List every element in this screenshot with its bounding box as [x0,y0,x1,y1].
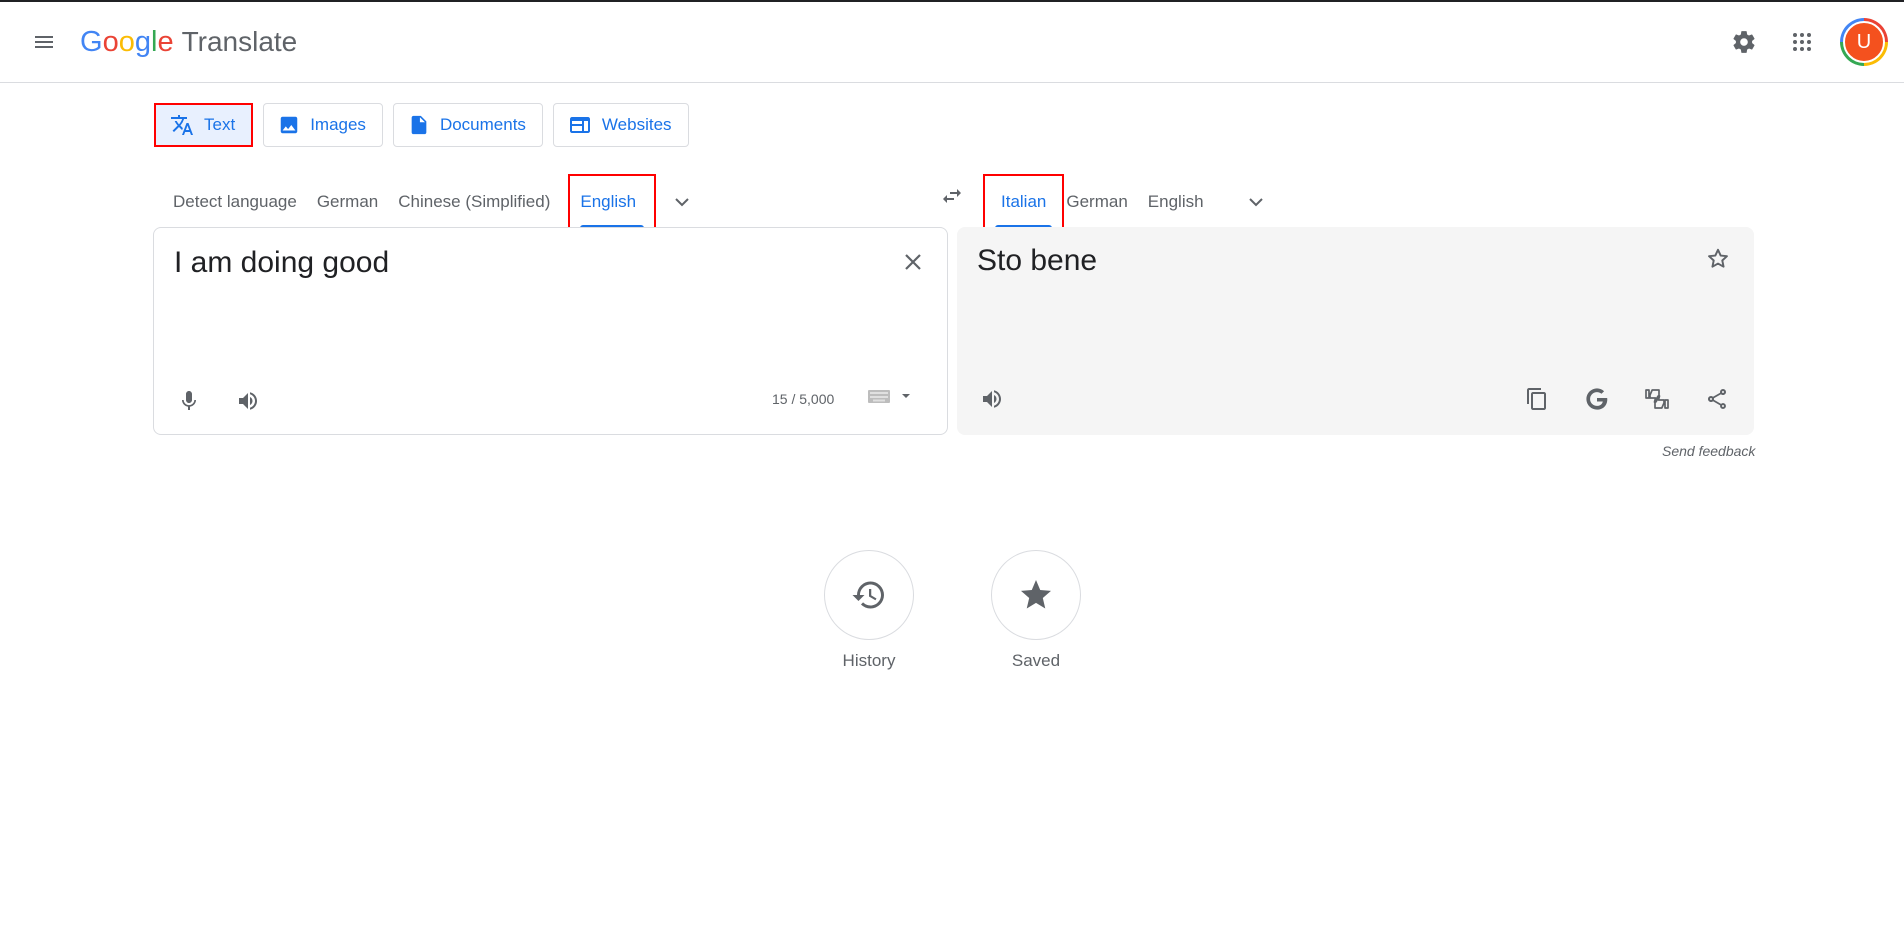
google-apps-button[interactable] [1782,22,1822,62]
google-search-button[interactable] [1577,379,1617,419]
saved-label: Saved [1011,651,1061,670]
source-text-panel: I am doing good 15 / 5,000 [153,227,948,435]
target-lang-english[interactable]: English [1138,176,1214,228]
star-outline-icon [1708,248,1728,268]
share-icon [1708,389,1726,409]
source-language-bar: Detect language German Chinese (Simplifi… [163,174,702,230]
account-avatar[interactable]: U [1840,18,1888,66]
history-label: History [842,651,896,670]
source-lang-chinese-simplified[interactable]: Chinese (Simplified) [388,176,560,228]
website-icon [569,117,590,133]
keyboard-icon [868,390,890,403]
logo-letter: o [118,26,135,58]
tab-text[interactable]: Text [154,103,254,147]
source-lang-english[interactable]: English [568,174,657,230]
input-tools-button[interactable] [867,388,911,404]
close-icon [905,254,921,270]
logo-letter: G [80,26,103,58]
tab-label: Websites [601,115,672,134]
source-lang-detect[interactable]: Detect language [163,176,307,228]
tab-label: Images [310,115,366,134]
source-lang-german[interactable]: German [307,176,388,228]
history-icon [852,581,884,609]
more-source-languages-button[interactable] [662,176,702,228]
rate-translation-button[interactable] [1637,379,1677,419]
apps-grid-icon [1793,33,1811,51]
google-g-icon [1586,388,1608,410]
translate-icon [171,115,193,135]
character-count: 15 / 5,000 [772,391,835,407]
tab-label: Text [204,115,236,134]
listen-translation-button[interactable] [972,379,1012,419]
star-filled-icon [1021,580,1051,609]
save-translation-button[interactable] [1698,239,1738,279]
voice-input-button[interactable] [169,381,209,421]
gear-icon [1733,31,1755,53]
product-name: Translate [181,26,298,57]
app-header: Google Translate U [0,2,1904,83]
listen-source-button[interactable] [228,381,268,421]
target-lang-german[interactable]: German [1062,176,1137,228]
history-button[interactable] [824,550,914,640]
tab-websites[interactable]: Websites [552,103,689,147]
microphone-icon [182,391,196,410]
logo-letter: g [134,26,151,58]
avatar-initial: U [1843,21,1885,63]
translation-panel: Sto bene [957,227,1754,435]
saved-button[interactable] [991,550,1081,640]
speaker-icon [239,392,257,410]
copy-translation-button[interactable] [1517,379,1557,419]
copy-icon [1527,388,1546,410]
document-icon [411,115,427,135]
logo-letter: o [102,26,119,58]
chevron-down-icon [1248,198,1263,207]
swap-languages-button[interactable] [932,176,972,216]
send-feedback-link[interactable]: Send feedback [1662,443,1755,459]
target-lang-italian[interactable]: Italian [982,174,1065,230]
logo-letter: e [157,26,174,58]
mode-tabs: Text Images Documents Websites [154,103,689,147]
speaker-icon [983,390,1001,408]
tab-documents[interactable]: Documents [392,103,543,147]
swap-arrows-icon [943,189,961,203]
source-text-input[interactable]: I am doing good [174,246,389,280]
target-language-bar: Italian German English [982,174,1276,230]
tab-label: Documents [439,115,526,134]
google-translate-logo[interactable]: Google Translate [80,26,297,60]
hamburger-menu-icon [35,36,53,48]
tab-images[interactable]: Images [263,103,383,147]
translated-text: Sto bene [977,244,1098,277]
share-translation-button[interactable] [1697,379,1737,419]
more-target-languages-button[interactable] [1236,176,1276,228]
main-menu-button[interactable] [24,22,64,62]
settings-button[interactable] [1724,22,1764,62]
google-wordmark: Google [80,26,174,59]
thumbs-up-down-icon [1645,389,1669,409]
clear-source-button[interactable] [893,242,933,282]
dropdown-arrow-icon [902,394,910,398]
image-icon [280,116,298,134]
chevron-down-icon [675,198,689,207]
